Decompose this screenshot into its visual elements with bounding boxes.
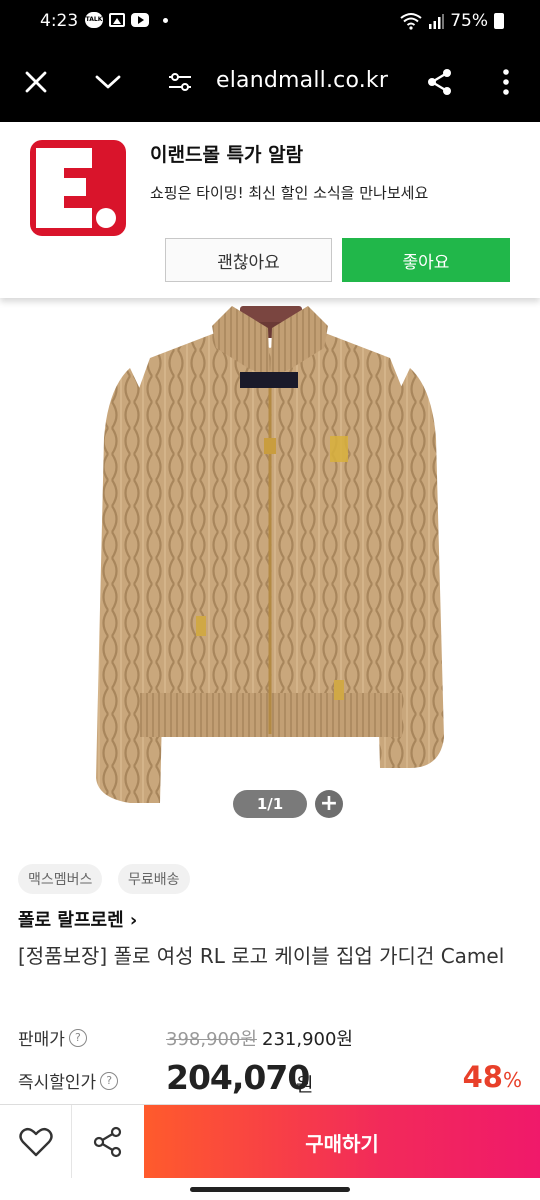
share-icon bbox=[428, 69, 451, 95]
tune-icon bbox=[169, 73, 191, 91]
tag-max-members: 맥스멤버스 bbox=[18, 864, 103, 894]
signal-icon bbox=[429, 14, 445, 29]
chevron-down-icon bbox=[95, 75, 121, 89]
discount-label: 즉시할인가 bbox=[18, 1073, 97, 1093]
status-bar: 4:23 TALK 75% bbox=[0, 0, 540, 44]
wishlist-button[interactable] bbox=[0, 1105, 72, 1179]
product-image[interactable] bbox=[0, 298, 540, 838]
cardigan-image bbox=[96, 306, 444, 803]
banner-title: 이랜드몰 특가 알람 bbox=[150, 144, 304, 166]
price-label: 판매가 bbox=[18, 1030, 65, 1050]
minimize-button[interactable] bbox=[88, 62, 128, 102]
status-notification-icons: TALK bbox=[85, 12, 168, 28]
status-system-icons: 75% bbox=[400, 11, 504, 31]
close-icon bbox=[25, 71, 47, 93]
more-notifications-icon bbox=[163, 17, 168, 23]
heart-icon bbox=[18, 1127, 53, 1157]
help-icon[interactable]: ? bbox=[68, 1028, 87, 1047]
bottom-action-bar: 구매하기 bbox=[0, 1104, 540, 1179]
browser-share-button[interactable] bbox=[420, 62, 460, 102]
elandmall-logo bbox=[30, 140, 126, 236]
gesture-bar bbox=[0, 1178, 540, 1200]
status-time: 4:23 bbox=[40, 11, 79, 31]
product-name: [정품보장] 폴로 여성 RL 로고 케이블 집업 가디건 Camel bbox=[18, 944, 505, 968]
sale-price: 231,900원 bbox=[262, 1029, 353, 1050]
browser-menu-button[interactable] bbox=[486, 62, 526, 102]
close-tab-button[interactable] bbox=[16, 62, 56, 102]
image-counter: 1/1 bbox=[233, 790, 307, 818]
url-text[interactable]: elandmall.co.kr bbox=[216, 68, 388, 93]
kakaotalk-icon: TALK bbox=[85, 12, 103, 28]
share-icon bbox=[93, 1126, 122, 1158]
brand-link[interactable]: 폴로 랄프로렌 › bbox=[18, 906, 137, 932]
share-button[interactable] bbox=[72, 1105, 144, 1179]
banner-subtitle: 쇼핑은 타이밍! 최신 할인 소식을 만나보세요 bbox=[150, 184, 429, 202]
battery-percent: 75% bbox=[450, 11, 488, 31]
discount-rate-unit: % bbox=[502, 1068, 522, 1092]
home-handle[interactable] bbox=[190, 1187, 350, 1192]
decline-button[interactable]: 괜찮아요 bbox=[165, 238, 332, 282]
price-label-row: 판매가 ? bbox=[18, 1025, 87, 1050]
more-vert-icon bbox=[503, 69, 509, 95]
notification-banner: 이랜드몰 특가 알람 쇼핑은 타이밍! 최신 할인 소식을 만나보세요 괜찮아요… bbox=[0, 122, 540, 298]
battery-icon bbox=[494, 13, 504, 29]
accept-button[interactable]: 좋아요 bbox=[342, 238, 510, 282]
original-price: 398,900원 bbox=[166, 1029, 257, 1050]
buy-button[interactable]: 구매하기 bbox=[144, 1105, 540, 1179]
elandmall-logo-mark bbox=[36, 148, 116, 228]
discount-rate-value: 48 bbox=[462, 1060, 503, 1094]
gallery-icon bbox=[109, 13, 125, 27]
wifi-icon bbox=[400, 13, 422, 30]
discount-rate: 48% bbox=[463, 1060, 522, 1094]
youtube-icon bbox=[131, 13, 149, 27]
site-settings-button[interactable] bbox=[160, 62, 200, 102]
tag-free-shipping: 무료배송 bbox=[118, 864, 190, 894]
screen: 4:23 TALK 75% elandmall.co.kr 1/1 + 이랜드몰… bbox=[0, 0, 540, 1200]
discount-price-unit: 원 bbox=[296, 1074, 314, 1096]
discount-label-row: 즉시할인가 ? bbox=[18, 1068, 119, 1093]
zoom-button[interactable]: + bbox=[315, 790, 343, 818]
browser-toolbar: elandmall.co.kr bbox=[0, 44, 540, 122]
discount-price: 204,070 bbox=[166, 1058, 310, 1097]
help-icon[interactable]: ? bbox=[100, 1071, 119, 1090]
